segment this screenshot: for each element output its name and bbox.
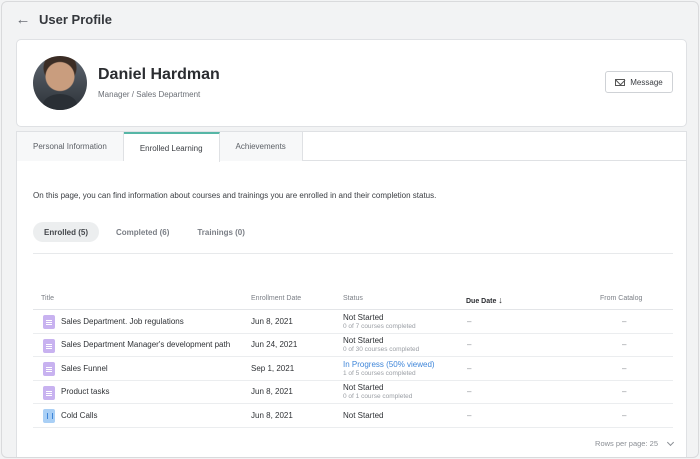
col-due-date[interactable]: Due Date ↓ <box>466 295 503 305</box>
avatar <box>33 56 87 110</box>
user-name: Daniel Hardman <box>98 66 220 83</box>
filter-completed[interactable]: Completed (6) <box>105 222 180 242</box>
row-status: In Progress (50% viewed) 1 of 5 courses … <box>343 357 435 380</box>
course-doc-icon <box>43 362 55 376</box>
app-frame: ← User Profile Daniel Hardman Manager / … <box>1 1 699 458</box>
row-status: Not Started 0 of 7 courses completed <box>343 310 416 333</box>
divider <box>33 253 673 254</box>
profile-card: Daniel Hardman Manager / Sales Departmen… <box>16 39 687 127</box>
row-title[interactable]: Sales Funnel <box>61 357 108 380</box>
intro-text: On this page, you can find information a… <box>33 191 437 200</box>
col-status[interactable]: Status <box>343 295 363 302</box>
col-enrollment-date[interactable]: Enrollment Date <box>251 295 301 302</box>
table-row[interactable]: Sales Department Manager's development p… <box>33 334 673 357</box>
envelope-icon <box>615 78 626 86</box>
row-title[interactable]: Sales Department. Job regulations <box>61 310 184 333</box>
status-progress: 1 of 5 courses completed <box>343 369 416 377</box>
arrow-left-icon[interactable]: ← <box>14 11 32 29</box>
status-text[interactable]: In Progress (50% viewed) <box>343 360 435 369</box>
row-due-date: – <box>467 316 472 326</box>
chevron-down-icon <box>666 438 675 446</box>
row-enrollment-date: Sep 1, 2021 <box>251 363 295 373</box>
status-text: Not Started <box>343 410 384 420</box>
row-due-date: – <box>467 410 472 420</box>
row-enrollment-date: Jun 8, 2021 <box>251 387 293 397</box>
row-title[interactable]: Cold Calls <box>61 404 97 427</box>
filter-enrolled[interactable]: Enrolled (5) <box>33 222 100 242</box>
row-enrollment-date: Jun 8, 2021 <box>251 316 293 326</box>
rows-per-page-label: Rows per page: 25 <box>595 439 658 448</box>
row-enrollment-date: Jun 24, 2021 <box>251 340 298 350</box>
status-progress: 0 of 1 course completed <box>343 393 413 401</box>
profile-tabs: Personal Information Enrolled Learning A… <box>17 132 686 162</box>
row-status: Not Started 0 of 30 courses completed <box>343 334 419 357</box>
status-text: Not Started <box>343 383 384 393</box>
row-enrollment-date: Jun 8, 2021 <box>251 410 293 420</box>
course-doc-icon <box>43 338 55 353</box>
enrolled-table: Title Enrollment Date Status Due Date ↓ … <box>33 288 673 428</box>
profile-content: Personal Information Enrolled Learning A… <box>16 131 687 457</box>
row-status: Not Started 0 of 1 course completed <box>343 381 412 404</box>
page-title: User Profile <box>39 12 112 27</box>
tab-achievements[interactable]: Achievements <box>219 132 303 161</box>
table-row[interactable]: Sales Funnel Sep 1, 2021 In Progress (50… <box>33 357 673 381</box>
table-row[interactable]: Product tasks Jun 8, 2021 Not Started 0 … <box>33 381 673 404</box>
col-due-date-label: Due Date <box>466 298 497 305</box>
user-role: Manager / Sales Department <box>98 90 201 99</box>
row-status: Not Started <box>343 404 383 427</box>
row-from-catalog: – <box>622 316 627 326</box>
row-from-catalog: – <box>622 363 627 373</box>
row-from-catalog: – <box>622 387 627 397</box>
row-due-date: – <box>467 363 472 373</box>
status-progress: 0 of 7 courses completed <box>343 322 416 330</box>
filter-trainings[interactable]: Trainings (0) <box>186 222 256 242</box>
table-row[interactable]: Sales Department. Job regulations Jun 8,… <box>33 310 673 334</box>
tab-personal-information[interactable]: Personal Information <box>17 132 124 161</box>
row-title[interactable]: Product tasks <box>61 381 109 404</box>
rows-per-page-select[interactable]: Rows per page: 25 <box>595 438 675 448</box>
row-due-date: – <box>467 387 472 397</box>
top-bar: ← User Profile <box>2 2 698 38</box>
course-doc-icon <box>43 315 55 329</box>
table-footer: Rows per page: 25 <box>33 438 675 453</box>
course-doc-icon <box>43 385 55 400</box>
col-from-catalog[interactable]: From Catalog <box>600 295 642 302</box>
upload-doc-icon <box>43 409 55 423</box>
col-title[interactable]: Title <box>41 295 54 302</box>
enrollment-filter: Enrolled (5) Completed (6) Trainings (0) <box>33 222 256 242</box>
row-due-date: – <box>467 340 472 350</box>
row-from-catalog: – <box>622 340 627 350</box>
status-text: Not Started <box>343 336 384 346</box>
tab-enrolled-learning[interactable]: Enrolled Learning <box>123 132 220 162</box>
status-progress: 0 of 30 courses completed <box>343 346 420 354</box>
message-button-label: Message <box>630 77 663 87</box>
row-from-catalog: – <box>622 410 627 420</box>
table-row[interactable]: Cold Calls Jun 8, 2021 Not Started – – <box>33 404 673 428</box>
status-text: Not Started <box>343 312 384 322</box>
table-header: Title Enrollment Date Status Due Date ↓ … <box>33 288 673 310</box>
row-title[interactable]: Sales Department Manager's development p… <box>61 334 230 357</box>
arrow-down-icon: ↓ <box>498 295 503 305</box>
message-button[interactable]: Message <box>605 71 673 93</box>
